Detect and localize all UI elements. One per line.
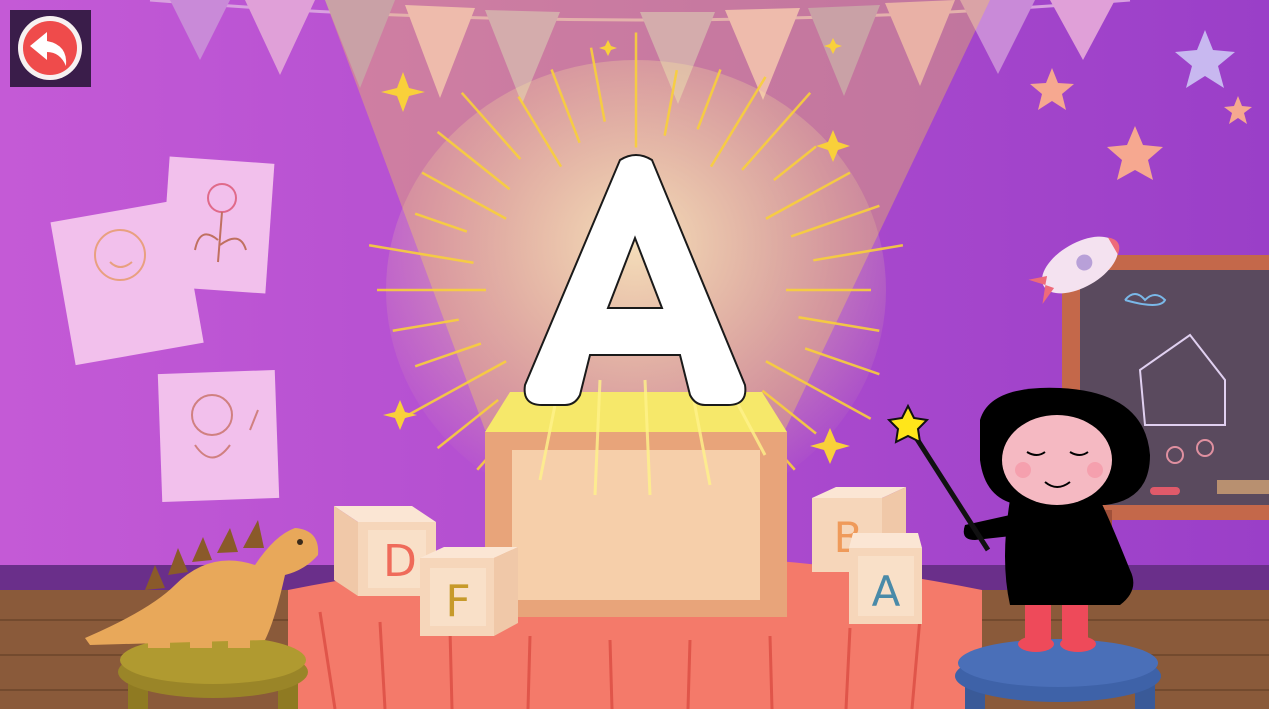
open-box (485, 392, 787, 617)
block-d-letter: D (383, 536, 417, 587)
game-scene: A D F B A (0, 0, 1269, 709)
block-a[interactable]: A (849, 533, 922, 624)
monkey-drawing (157, 369, 280, 502)
back-arrow-icon (18, 16, 82, 80)
character-face (1002, 415, 1112, 505)
flower-drawing (160, 156, 275, 294)
back-button[interactable] (10, 10, 91, 87)
block-a-letter: A (872, 567, 901, 616)
block-f[interactable]: F (420, 547, 518, 636)
block-f-letter: F (445, 576, 470, 627)
